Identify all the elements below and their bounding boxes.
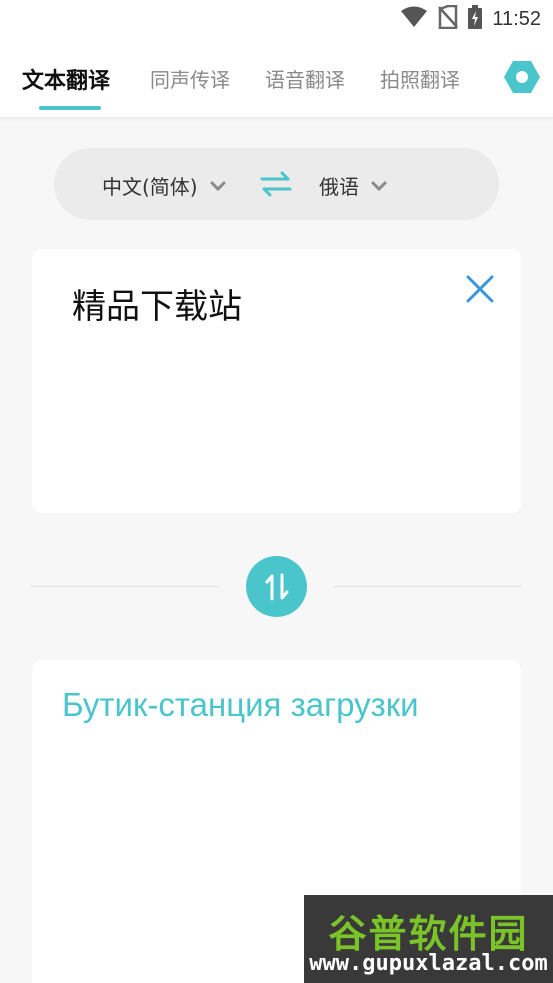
tab-bar: 文本翻译 同声传译 语音翻译 拍照翻译 [0, 38, 553, 118]
close-icon[interactable] [464, 273, 496, 305]
input-card[interactable]: 精品下载站 [32, 249, 521, 513]
tab-photo-translate[interactable]: 拍照翻译 [380, 64, 460, 93]
swap-arrows-icon[interactable] [258, 170, 294, 198]
screen: 11:52 文本翻译 同声传译 语音翻译 拍照翻译 中文(简体) 俄语 精品下载… [0, 0, 553, 983]
tab-simultaneous-interpret[interactable]: 同声传译 [150, 64, 230, 93]
source-language-label: 中文(简体) [102, 175, 198, 199]
tab-text-translate[interactable]: 文本翻译 [22, 63, 110, 95]
target-language-dropdown[interactable]: 俄语 [319, 171, 387, 200]
chevron-down-icon [210, 176, 226, 195]
divider-left [30, 586, 220, 587]
up-down-arrows-icon[interactable] [246, 556, 307, 617]
status-bar: 11:52 [0, 0, 553, 38]
watermark-url: www.gupuxlazal.com [309, 951, 548, 976]
settings-hexagon-icon[interactable] [503, 58, 541, 96]
watermark-title: 谷普软件园 [328, 912, 529, 956]
watermark-logo: 谷普软件园 www.gupuxlazal.com [304, 895, 553, 983]
translated-text[interactable]: Бутик-станция загрузки [62, 686, 419, 724]
target-language-label: 俄语 [319, 175, 359, 199]
status-time: 11:52 [492, 7, 541, 30]
source-text-input[interactable]: 精品下载站 [72, 279, 242, 328]
language-selector: 中文(简体) 俄语 [54, 148, 499, 220]
tab-voice-translate[interactable]: 语音翻译 [265, 64, 345, 93]
status-icons: 11:52 [400, 4, 541, 33]
divider-right [333, 586, 522, 587]
source-language-dropdown[interactable]: 中文(简体) [102, 171, 226, 200]
no-sim-icon [438, 4, 459, 33]
active-tab-indicator [39, 106, 101, 110]
battery-charging-icon [468, 5, 483, 33]
chevron-down-icon [371, 176, 387, 195]
wifi-icon [400, 6, 428, 32]
